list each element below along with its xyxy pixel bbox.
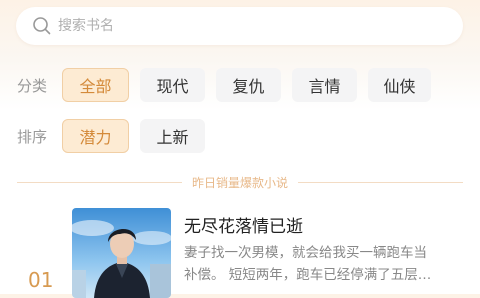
search-icon [33,17,51,35]
search-input[interactable] [56,17,440,35]
section-divider: 昨日销量爆款小说 [17,174,464,190]
search-bar[interactable] [16,7,463,45]
book-cover[interactable] [72,208,171,298]
book-rank: 01 [28,268,54,292]
category-filter-row: 分类 全部 现代 复仇 言情 仙侠 [17,68,442,102]
category-chip-modern[interactable]: 现代 [140,68,205,102]
sort-chip-new[interactable]: 上新 [140,119,205,153]
sort-chip-potential[interactable]: 潜力 [62,119,129,153]
section-title: 昨日销量爆款小说 [192,175,289,190]
book-description: 妻子找一次男模，就会给我买一辆跑车当 补偿。 短短两年，跑车已经停满了五层… [184,242,464,286]
category-chip-romance[interactable]: 言情 [292,68,357,102]
book-description-line-1: 妻子找一次男模，就会给我买一辆跑车当 [184,245,427,261]
book-description-line-2: 补偿。 短短两年，跑车已经停满了五层… [184,267,432,283]
book-title[interactable]: 无尽花落情已逝 [184,212,303,237]
divider-line-left [17,181,182,183]
category-label: 分类 [17,76,48,95]
sort-filter-row: 排序 潜力 上新 [17,119,216,153]
category-chip-revenge[interactable]: 复仇 [216,68,281,102]
category-chip-all[interactable]: 全部 [62,68,129,102]
category-chip-xianxia[interactable]: 仙侠 [368,68,431,102]
sort-label: 排序 [17,127,48,146]
book-list-item[interactable]: 01 无尽花落情已逝 妻子找一次男模，就会给我买一辆跑车当 补偿。 短短两年，跑… [20,206,464,298]
divider-line-right [298,181,464,183]
